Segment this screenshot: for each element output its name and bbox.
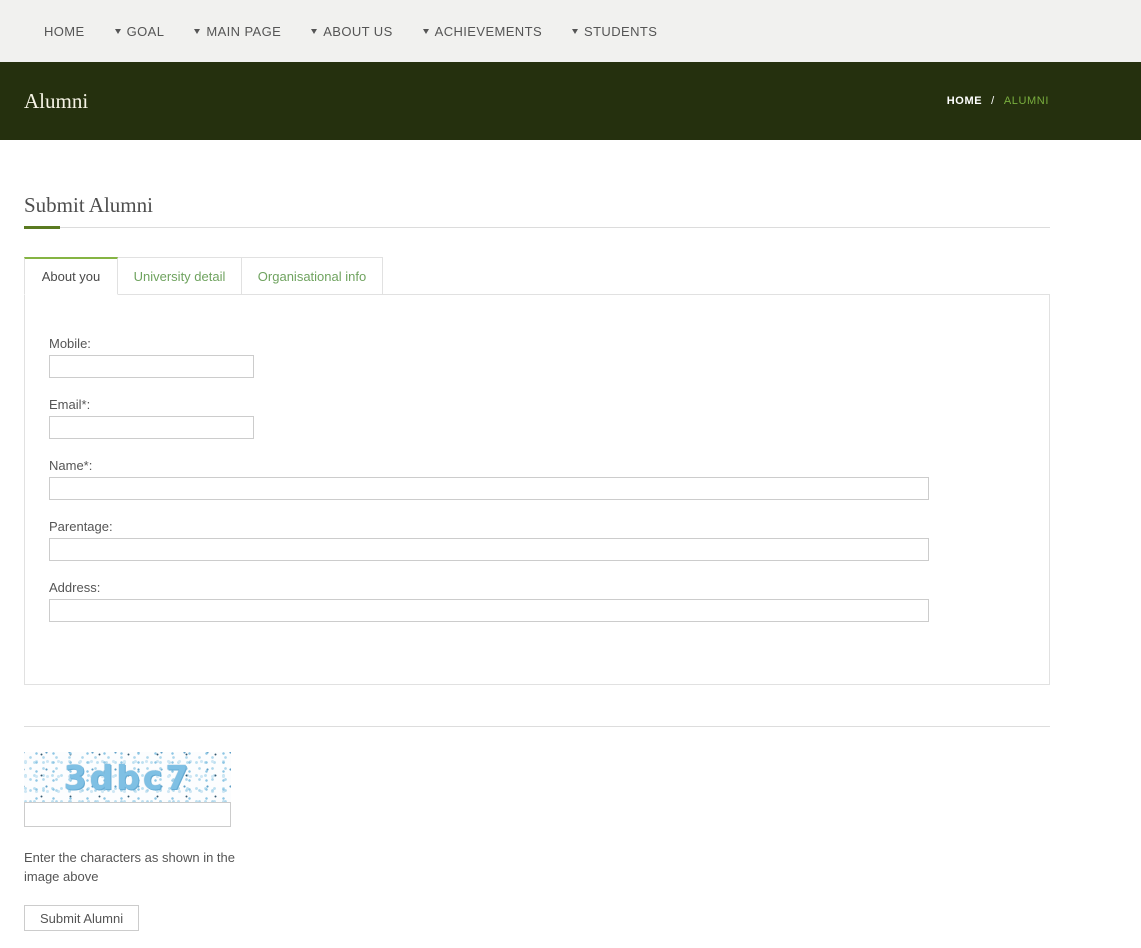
submit-alumni-button[interactable]: Submit Alumni [24,905,139,931]
breadcrumb: HOME / ALUMNI [947,95,1049,107]
form-tabs: About you University detail Organisation… [24,257,1050,294]
dropdown-caret-icon [423,29,429,34]
captcha-image: 3dbc7 [24,752,231,802]
email-input[interactable] [49,416,254,439]
email-label: Email*: [49,397,1025,412]
top-nav: HOME GOAL MAIN PAGE ABOUT US ACHIEVEMENT… [0,0,1141,62]
nav-item-main-page[interactable]: MAIN PAGE [194,24,281,39]
name-label: Name*: [49,458,1025,473]
nav-item-label: MAIN PAGE [206,24,281,39]
address-input[interactable] [49,599,929,622]
field-mobile: Mobile: [49,336,1025,378]
parentage-input[interactable] [49,538,929,561]
field-name: Name*: [49,458,1025,500]
nav-item-label: STUDENTS [584,24,657,39]
section-title-rule [24,227,1050,228]
field-address: Address: [49,580,1025,622]
dropdown-caret-icon [194,29,200,34]
dropdown-caret-icon [115,29,121,34]
nav-item-goal[interactable]: GOAL [115,24,165,39]
captcha-code-text: 3dbc7 [24,752,231,802]
page-title: Alumni [24,89,88,114]
nav-item-students[interactable]: STUDENTS [572,24,657,39]
section-title: Submit Alumni [24,193,1050,218]
mobile-label: Mobile: [49,336,1025,351]
nav-item-label: GOAL [127,24,165,39]
section-title-accent [24,226,60,229]
section-divider [24,726,1050,727]
breadcrumb-home-link[interactable]: HOME [947,95,982,107]
dropdown-caret-icon [572,29,578,34]
breadcrumb-current: ALUMNI [1004,95,1049,107]
nav-item-label: HOME [44,24,85,39]
nav-item-label: ACHIEVEMENTS [435,24,542,39]
mobile-input[interactable] [49,355,254,378]
address-label: Address: [49,580,1025,595]
captcha-input[interactable] [24,802,231,827]
breadcrumb-separator: / [991,95,995,107]
nav-item-label: ABOUT US [323,24,392,39]
page-header-band: Alumni HOME / ALUMNI [0,62,1141,140]
tab-university-detail[interactable]: University detail [118,257,242,295]
tab-organisational-info[interactable]: Organisational info [242,257,383,295]
nav-item-about-us[interactable]: ABOUT US [311,24,392,39]
nav-item-home[interactable]: HOME [44,24,85,39]
dropdown-caret-icon [311,29,317,34]
field-email: Email*: [49,397,1025,439]
parentage-label: Parentage: [49,519,1025,534]
field-parentage: Parentage: [49,519,1025,561]
tab-about-you[interactable]: About you [24,257,118,295]
name-input[interactable] [49,477,929,500]
nav-item-achievements[interactable]: ACHIEVEMENTS [423,24,542,39]
captcha-hint-text: Enter the characters as shown in the ima… [24,848,242,886]
tab-panel-about-you: Mobile: Email*: Name*: Parentage: Addres… [24,294,1050,685]
main-content: Submit Alumni About you University detai… [24,140,1050,931]
